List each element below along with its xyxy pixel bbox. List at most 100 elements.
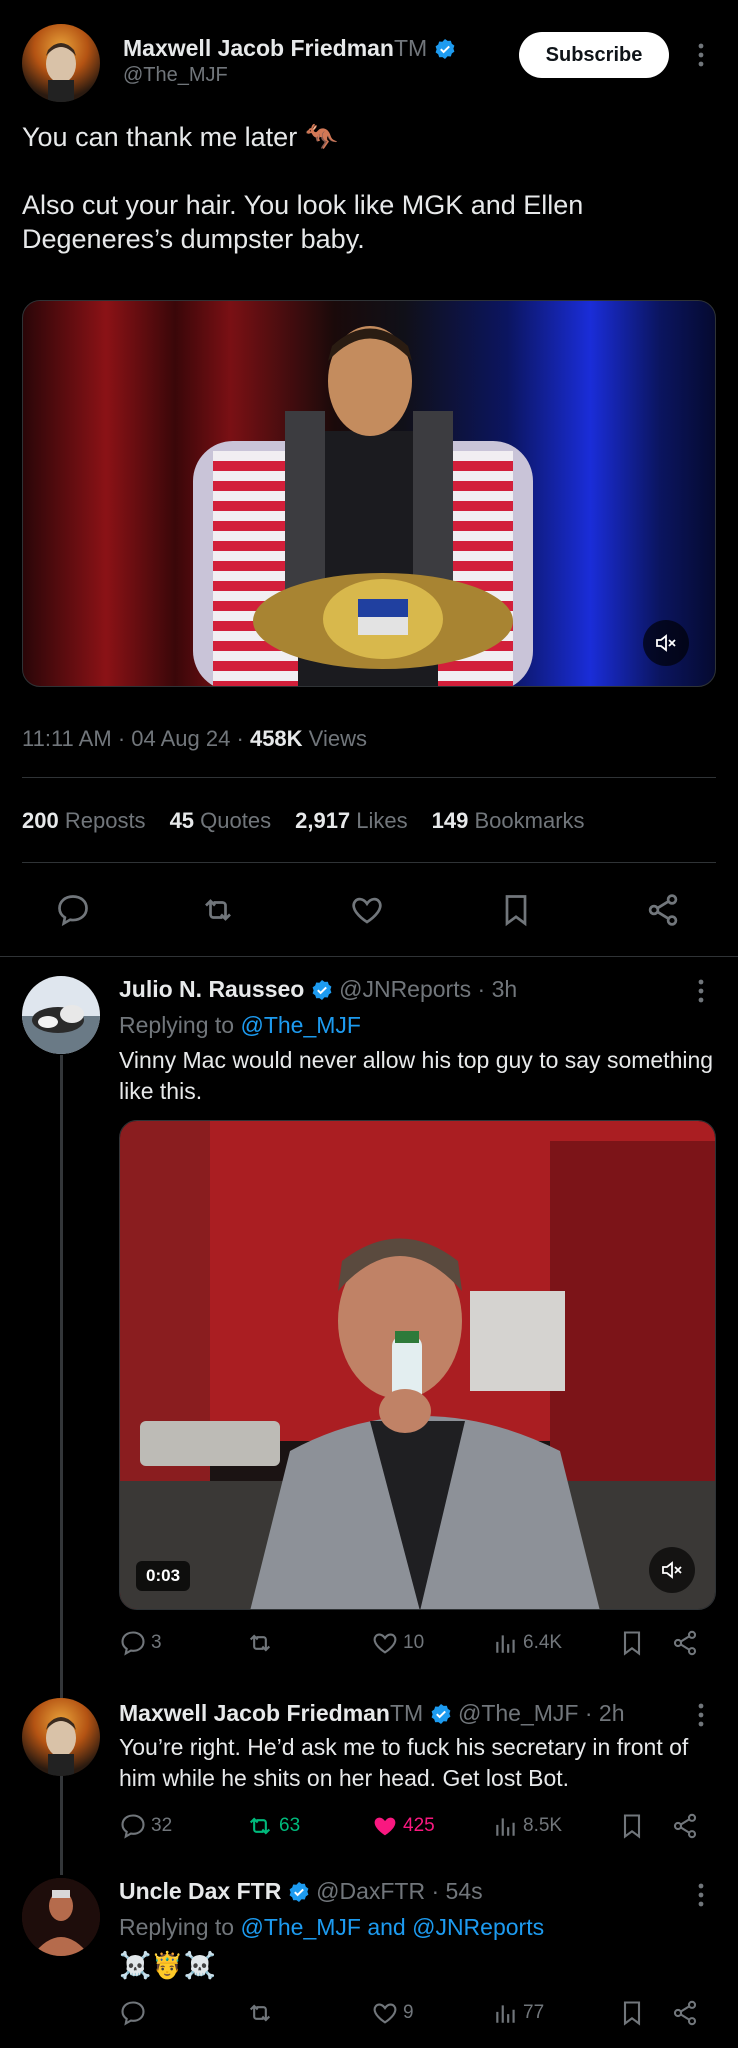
repost-icon: [245, 1812, 275, 1840]
avatar[interactable]: [22, 976, 100, 1054]
views-action[interactable]: 77: [493, 1999, 544, 2027]
like-icon: [371, 1999, 399, 2027]
reply-count: 3: [151, 1632, 162, 1653]
tweet-time[interactable]: 11:11 AM: [22, 726, 112, 751]
avatar[interactable]: [22, 1698, 100, 1776]
like-icon: [371, 1812, 399, 1840]
mute-icon: [660, 1558, 684, 1582]
views-icon: [493, 1629, 519, 1657]
mute-icon: [654, 631, 678, 655]
more-icon[interactable]: [691, 1702, 711, 1728]
subscribe-button[interactable]: Subscribe: [519, 32, 669, 78]
reply-text-line1: You’re right. He’d ask me to fuck his se…: [119, 1734, 689, 1760]
avatar[interactable]: [22, 24, 100, 102]
verified-icon: [430, 1703, 452, 1725]
views-action[interactable]: 8.5K: [493, 1812, 562, 1840]
reply-action[interactable]: 3: [119, 1629, 162, 1657]
author-name[interactable]: Uncle Dax FTR: [119, 1878, 281, 1904]
reply-text: You’re right. He’d ask me to fuck his se…: [119, 1732, 719, 1794]
reply-time[interactable]: 2h: [599, 1700, 625, 1726]
mute-button[interactable]: [649, 1547, 695, 1593]
views-count: 6.4K: [523, 1632, 563, 1653]
timestamp: 11:11 AM · 04 Aug 24 · 458K Views: [22, 726, 367, 751]
quotes-stat[interactable]: 45 Quotes: [170, 808, 272, 834]
repost-count: 63: [279, 1815, 301, 1836]
like-icon: [371, 1629, 399, 1657]
tweet-video[interactable]: [22, 300, 716, 687]
bookmark-action[interactable]: [618, 1999, 646, 2027]
subscribe-label: Subscribe: [545, 43, 643, 66]
reply-video[interactable]: 0:03: [119, 1120, 716, 1610]
share-action[interactable]: [671, 1629, 699, 1657]
bookmark-icon: [618, 1999, 646, 2027]
views-label: Views: [308, 726, 367, 751]
quotes-label: Quotes: [200, 808, 272, 833]
share-icon[interactable]: [645, 892, 681, 928]
author-name[interactable]: Julio N. Rausseo: [119, 976, 304, 1002]
replying-to-link[interactable]: @The_MJF: [240, 1012, 360, 1038]
likes-stat[interactable]: 2,917 Likes: [295, 808, 408, 834]
views-icon: [493, 1812, 519, 1840]
trademark-text: TM: [389, 1700, 424, 1726]
reply-time[interactable]: 54s: [446, 1878, 483, 1904]
repost-action[interactable]: 63: [245, 1812, 300, 1840]
trademark-text: TM: [393, 35, 428, 61]
verified-icon: [434, 38, 456, 60]
reposts-label: Reposts: [64, 808, 146, 833]
share-action[interactable]: [671, 1812, 699, 1840]
reply-text-line2: like this.: [119, 1078, 203, 1104]
bookmark-action[interactable]: [618, 1812, 646, 1840]
bookmark-icon: [618, 1812, 646, 1840]
views-action[interactable]: 6.4K: [493, 1629, 562, 1657]
reply-text: ☠️🤴☠️: [119, 1950, 217, 1980]
like-icon[interactable]: [349, 892, 385, 928]
more-icon[interactable]: [691, 978, 711, 1004]
verified-icon: [311, 979, 333, 1001]
more-icon[interactable]: [691, 42, 711, 68]
avatar[interactable]: [22, 1878, 100, 1956]
like-action[interactable]: 425: [371, 1812, 435, 1840]
like-action[interactable]: 10: [371, 1629, 424, 1657]
handle[interactable]: @The_MJF: [458, 1700, 578, 1726]
video-thumbnail: [120, 1121, 715, 1609]
share-action[interactable]: [671, 1999, 699, 2027]
views-icon: [493, 1999, 519, 2027]
replying-prefix: Replying to: [119, 1012, 235, 1038]
reply-time[interactable]: 3h: [492, 976, 518, 1002]
tweet-text-line2: Also cut your hair. You look like MGK an…: [22, 190, 584, 220]
likes-label: Likes: [356, 808, 408, 833]
handle[interactable]: @JNReports: [339, 976, 471, 1002]
engagement-stats: 200 Reposts 45 Quotes 2,917 Likes 149 Bo…: [22, 808, 585, 834]
like-count: 425: [403, 1815, 435, 1836]
handle[interactable]: @The_MJF: [123, 64, 228, 87]
author-name[interactable]: Maxwell Jacob Friedman: [123, 35, 394, 61]
handle[interactable]: @DaxFTR: [316, 1878, 425, 1904]
tweet-date[interactable]: 04 Aug 24: [131, 726, 230, 751]
views-count: 458K: [249, 726, 303, 751]
verified-icon: [288, 1881, 310, 1903]
replying-to-link[interactable]: @The_MJF and @JNReports: [240, 1914, 544, 1940]
repost-action[interactable]: [245, 1629, 275, 1657]
bookmarks-count: 149: [431, 808, 469, 833]
repost-action[interactable]: [245, 1999, 275, 2027]
bookmark-icon[interactable]: [498, 892, 534, 928]
reply-action[interactable]: [119, 1999, 147, 2027]
reposts-count: 200: [22, 808, 59, 833]
more-icon[interactable]: [691, 1882, 711, 1908]
author-name[interactable]: Maxwell Jacob Friedman: [119, 1700, 390, 1726]
bookmarks-stat[interactable]: 149 Bookmarks: [432, 808, 585, 834]
reply-action[interactable]: 32: [119, 1812, 172, 1840]
like-action[interactable]: 9: [371, 1999, 414, 2027]
share-icon: [671, 1999, 699, 2027]
mute-button[interactable]: [643, 620, 689, 666]
reply-text: Vinny Mac would never allow his top guy …: [119, 1045, 719, 1107]
repost-icon[interactable]: [199, 892, 237, 928]
bookmarks-label: Bookmarks: [474, 808, 585, 833]
like-count: 10: [403, 1632, 425, 1653]
reposts-stat[interactable]: 200 Reposts: [22, 808, 146, 834]
video-timestamp: 0:03: [136, 1561, 191, 1591]
tweet-text: You can thank me later 🦘 Also cut your h…: [22, 120, 712, 256]
reply-icon[interactable]: [55, 892, 91, 928]
views-count: 8.5K: [523, 1815, 563, 1836]
bookmark-action[interactable]: [618, 1629, 646, 1657]
